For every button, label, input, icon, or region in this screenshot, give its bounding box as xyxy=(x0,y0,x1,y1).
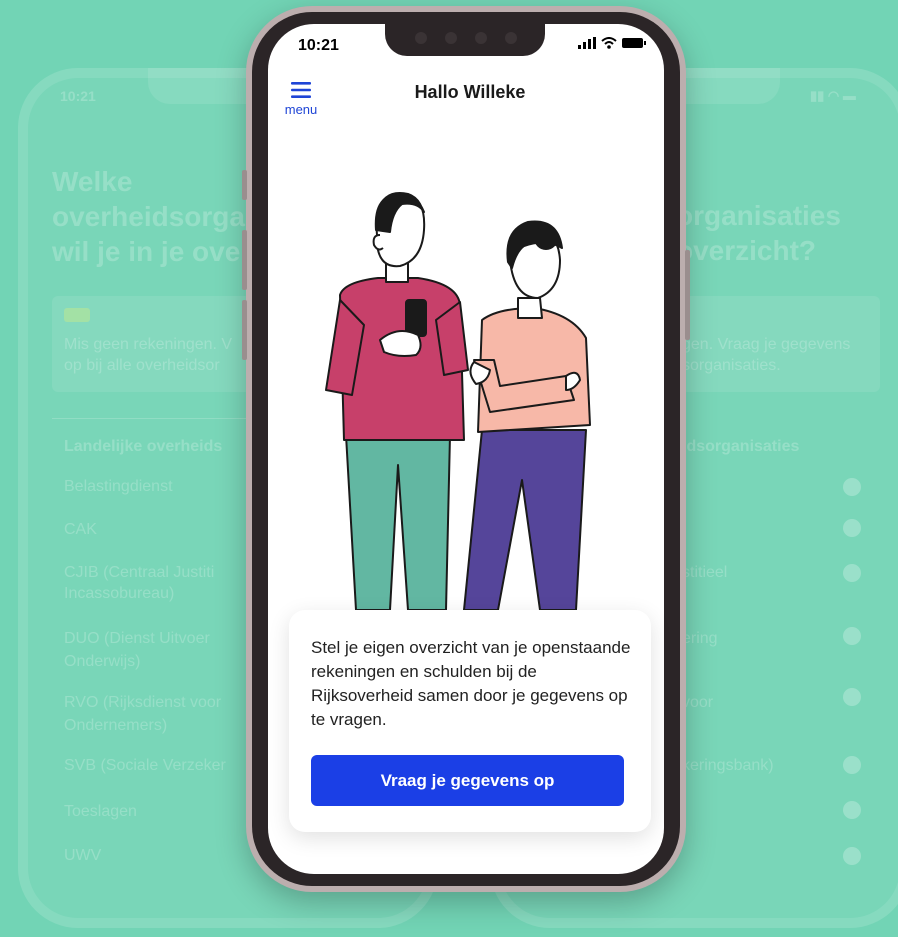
bg-list-item: Ondernemers) xyxy=(64,717,168,734)
man-figure xyxy=(325,192,469,611)
bg-right-info-text: gen. Vraag je gegevens sorganisaties. xyxy=(682,336,851,374)
bg-left-section-head: Landelijke overheids xyxy=(64,438,223,455)
bg-list-item: Onderwijs) xyxy=(64,653,141,670)
phone-side-button xyxy=(242,230,247,290)
page-title: Hallo Willeke xyxy=(414,82,526,102)
bg-left-info-text: Mis geen rekeningen. V op bij alle overh… xyxy=(64,336,233,374)
bg-list-item: voor xyxy=(682,694,714,711)
signal-icon xyxy=(578,37,596,49)
phone-side-button xyxy=(242,170,247,200)
status-icons xyxy=(578,37,646,49)
bg-list-item: CAK xyxy=(64,521,97,538)
intro-card: Stel je eigen overzicht van je openstaan… xyxy=(289,610,651,832)
bg-list-item: stitieel xyxy=(682,564,728,581)
info-icon xyxy=(843,756,861,774)
battery-icon xyxy=(622,38,646,48)
status-time: 10:21 xyxy=(298,37,339,54)
bg-list-item: UWV xyxy=(64,847,102,864)
bg-status-time: 10:21 xyxy=(60,88,96,104)
bg-list-item: CJIB (Centraal Justiti xyxy=(64,564,215,581)
phone-notch xyxy=(385,20,545,56)
info-icon xyxy=(843,564,861,582)
bg-list-item: Toeslagen xyxy=(64,803,137,820)
bg-list-item: Incassobureau) xyxy=(64,585,175,602)
woman-figure xyxy=(463,220,591,611)
bg-list-item: DUO (Dienst Uitvoer xyxy=(64,630,210,647)
bg-status-icons: ▮▮ ◠ ▬ xyxy=(810,88,856,103)
request-data-button[interactable]: Vraag je gegevens op xyxy=(311,755,624,806)
bg-badge xyxy=(64,308,90,322)
bg-list-item: ering xyxy=(682,630,718,647)
info-icon xyxy=(843,688,861,706)
camera-dot xyxy=(505,32,517,44)
info-icon xyxy=(843,627,861,645)
info-icon xyxy=(843,519,861,537)
bg-list-item: Belastingdienst xyxy=(64,478,173,495)
info-icon xyxy=(843,847,861,865)
phone-side-button xyxy=(685,250,690,340)
camera-dot xyxy=(475,32,487,44)
info-icon xyxy=(843,478,861,496)
bg-list-item: RVO (Rijksdienst voor xyxy=(64,694,222,711)
camera-dot xyxy=(445,32,457,44)
wifi-icon xyxy=(601,37,617,49)
bg-right-title: organisaties overzicht? xyxy=(676,200,841,266)
intro-text: Stel je eigen overzicht van je openstaan… xyxy=(311,638,631,729)
bg-left-title: Welke overheidsorga wil je in je ove xyxy=(52,166,245,267)
bg-divider xyxy=(52,418,262,419)
people-illustration xyxy=(325,192,591,611)
bg-right-section-head: idsorganisaties xyxy=(682,438,800,455)
menu-label: menu xyxy=(284,102,318,117)
phone-side-button xyxy=(242,300,247,360)
bg-list-item: keringsbank) xyxy=(682,757,774,774)
camera-dot xyxy=(415,32,427,44)
bg-list-item: SVB (Sociale Verzeker xyxy=(64,757,226,774)
info-icon xyxy=(843,801,861,819)
